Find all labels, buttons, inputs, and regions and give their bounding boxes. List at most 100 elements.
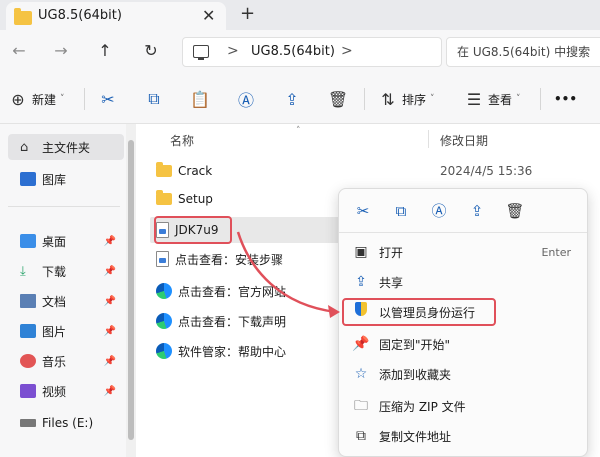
search-input[interactable] <box>447 38 600 66</box>
chevron-right-icon[interactable]: > <box>341 43 353 59</box>
sidebar-item-home[interactable]: ⌂ 主文件夹 <box>8 134 124 160</box>
close-icon[interactable]: ✕ <box>202 6 215 25</box>
file-date: 2024/4/5 15:36 <box>440 164 533 178</box>
menu-item-label: 复制文件地址 <box>379 429 452 444</box>
more-options-button[interactable]: ••• <box>554 88 577 110</box>
menu-item-copy-path[interactable]: ⧉ 复制文件地址 <box>345 423 581 449</box>
tab-ug85[interactable]: UG8.5(64bit) ✕ <box>6 2 226 30</box>
menu-item-pin-start[interactable]: 📌 固定到"开始" <box>345 331 581 357</box>
paste-button[interactable]: 📋 <box>190 88 210 110</box>
tab-title: UG8.5(64bit) <box>38 8 122 23</box>
breadcrumb-ug85[interactable]: UG8.5(64bit) <box>251 44 335 59</box>
sidebar-item-label: 桌面 <box>42 234 67 249</box>
divider <box>8 206 120 207</box>
drive-icon <box>20 419 36 427</box>
list-item-download-notice[interactable]: 点击查看：下载声明 <box>156 310 286 332</box>
menu-item-label: 添加到收藏夹 <box>379 367 452 382</box>
trash-icon: 🗑 <box>327 89 349 109</box>
annotation-box-run-as-admin <box>342 298 496 326</box>
sidebar-item-pictures[interactable]: 图片 📌 <box>8 318 124 344</box>
trash-icon[interactable]: 🗑 <box>505 201 525 221</box>
document-icon <box>20 294 36 308</box>
chevron-down-icon: ˅ <box>516 94 521 104</box>
divider <box>540 88 541 110</box>
pin-icon[interactable]: 📌 <box>104 386 116 397</box>
menu-item-compress-zip[interactable]: 🗀 压缩为 ZIP 文件 <box>345 393 581 419</box>
list-item-crack[interactable]: Crack <box>156 160 212 182</box>
menu-item-add-favorites[interactable]: ☆ 添加到收藏夹 <box>345 361 581 387</box>
share-icon[interactable]: ⇪ <box>467 201 487 221</box>
annotation-box-jdk <box>154 216 232 244</box>
sidebar-item-label: Files (E:) <box>42 416 94 430</box>
column-header-name[interactable]: 名称 <box>170 132 194 149</box>
pin-icon[interactable]: 📌 <box>104 356 116 367</box>
up-arrow-icon[interactable]: ↑ <box>94 40 116 62</box>
column-divider[interactable] <box>428 130 429 148</box>
shortcut-text: Enter <box>541 245 571 259</box>
scissors-icon: ✂ <box>101 89 115 109</box>
plus-circle-icon: ⊕ <box>11 89 25 109</box>
menu-item-share[interactable]: ⇪ 共享 <box>345 269 581 295</box>
list-item-help-center[interactable]: 软件管家：帮助中心 <box>156 340 286 362</box>
list-item-setup[interactable]: Setup <box>156 188 213 210</box>
edge-browser-icon <box>156 343 172 359</box>
command-bar: ⊕ 新建 ˅ ✂ ⧉ 📋 Ⓐ ⇪ 🗑 ⇅ 排序 ˅ ☰ 查看 ˅ ••• <box>0 74 600 124</box>
pin-icon[interactable]: 📌 <box>104 266 116 277</box>
delete-button[interactable]: 🗑 <box>328 88 348 110</box>
sidebar-item-label: 音乐 <box>42 354 67 369</box>
new-button[interactable]: ⊕ 新建 ˅ <box>8 88 65 110</box>
back-arrow-icon[interactable]: ← <box>8 40 30 62</box>
menu-item-open[interactable]: ▣ 打开 Enter <box>345 239 581 265</box>
rename-button[interactable]: Ⓐ <box>236 88 256 110</box>
chevron-down-icon: ˅ <box>60 94 65 104</box>
file-name: 软件管家：帮助中心 <box>178 344 287 359</box>
sidebar-item-drive-e[interactable]: Files (E:) <box>8 410 124 436</box>
sidebar-item-documents[interactable]: 文档 📌 <box>8 288 124 314</box>
sidebar-item-videos[interactable]: 视频 📌 <box>8 378 124 404</box>
copy-icon[interactable]: ⧉ <box>391 201 411 221</box>
sidebar-item-music[interactable]: 音乐 📌 <box>8 348 124 374</box>
cut-button[interactable]: ✂ <box>98 88 118 110</box>
sidebar-item-desktop[interactable]: 桌面 📌 <box>8 228 124 254</box>
list-item-official-site[interactable]: 点击查看：官方网站 <box>156 280 286 302</box>
open-icon: ▣ <box>354 244 368 260</box>
view-label: 查看 <box>488 92 513 107</box>
share-icon: ⇪ <box>285 89 299 109</box>
divider <box>84 88 85 110</box>
download-icon: ⤓ <box>20 264 26 279</box>
new-tab-button[interactable]: + <box>240 3 255 24</box>
star-icon: ☆ <box>354 366 368 382</box>
view-button[interactable]: ☰ 查看 ˅ <box>464 88 521 110</box>
pin-icon[interactable]: 📌 <box>104 236 116 247</box>
sidebar-item-label: 图库 <box>42 172 67 187</box>
gallery-icon <box>20 172 36 186</box>
clipboard-icon: 📋 <box>190 89 210 109</box>
refresh-icon[interactable]: ↻ <box>140 40 162 62</box>
folder-icon <box>156 190 172 205</box>
sort-label: 排序 <box>402 92 427 107</box>
rename-icon[interactable]: Ⓐ <box>429 201 449 221</box>
pin-icon: 📌 <box>352 336 370 352</box>
sidebar-item-gallery[interactable]: 图库 <box>8 166 124 192</box>
computer-icon <box>193 45 209 60</box>
copy-icon: ⧉ <box>148 89 160 108</box>
file-name: 点击查看：官方网站 <box>178 284 287 299</box>
column-header-date[interactable]: 修改日期 <box>440 132 488 149</box>
sidebar-item-downloads[interactable]: ⤓ 下载 📌 <box>8 258 124 284</box>
sort-button[interactable]: ⇅ 排序 ˅ <box>378 88 434 110</box>
address-bar[interactable]: > UG8.5(64bit) > <box>182 37 442 67</box>
list-item-install-steps[interactable]: 点击查看：安装步骤 <box>156 248 283 270</box>
chevron-right-icon[interactable]: > <box>227 43 239 59</box>
share-button[interactable]: ⇪ <box>282 88 302 110</box>
forward-arrow-icon[interactable]: → <box>50 40 72 62</box>
view-list-icon: ☰ <box>466 89 482 109</box>
nav-bar: ← → ↑ ↻ > UG8.5(64bit) > <box>0 30 600 74</box>
pin-icon[interactable]: 📌 <box>104 326 116 337</box>
search-box[interactable] <box>446 37 600 67</box>
pin-icon[interactable]: 📌 <box>104 296 116 307</box>
copy-path-icon: ⧉ <box>356 428 366 444</box>
copy-button[interactable]: ⧉ <box>144 88 164 110</box>
scissors-icon[interactable]: ✂ <box>353 201 373 221</box>
scrollbar-thumb[interactable] <box>128 140 134 440</box>
menu-item-label: 打开 <box>379 245 404 260</box>
